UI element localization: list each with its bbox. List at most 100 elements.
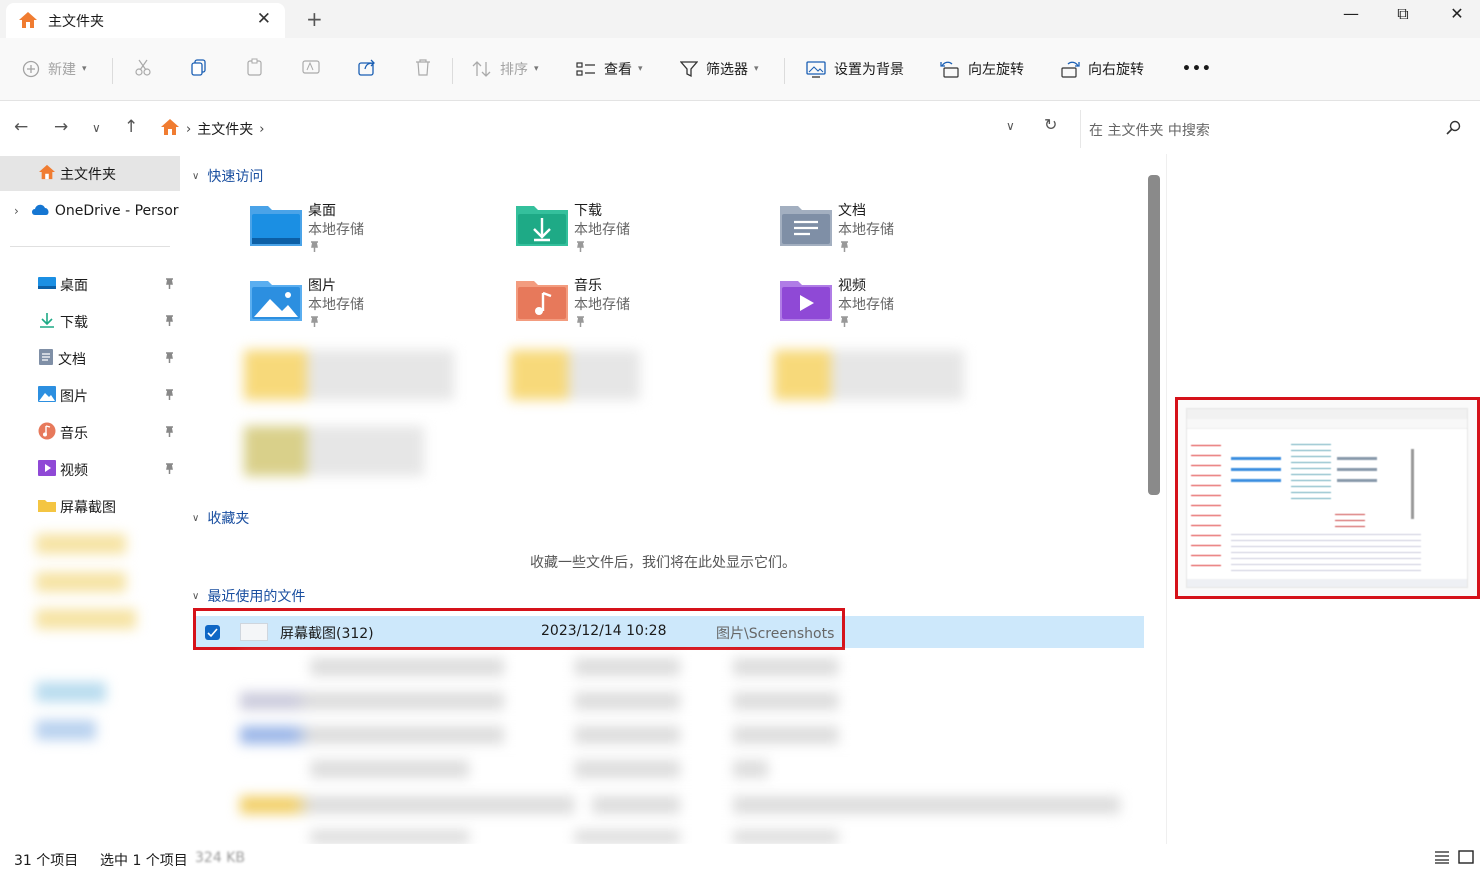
- tile-subtitle: 本地存储: [838, 297, 894, 313]
- sidebar-item-onedrive[interactable]: › OneDrive - Persor: [0, 193, 180, 228]
- sidebar-item-label: 文档: [58, 351, 86, 368]
- search-box[interactable]: 在 主文件夹 中搜索: [1080, 110, 1476, 148]
- quick-access-downloads[interactable]: 下载 本地存储: [516, 200, 756, 266]
- set-background-button[interactable]: 设置为背景: [806, 55, 904, 83]
- sort-button[interactable]: 排序 ▾: [472, 55, 539, 83]
- obscured-sidebar-item[interactable]: [36, 572, 126, 592]
- separator: [784, 58, 785, 84]
- quick-access-header[interactable]: ∨ 快速访问: [192, 166, 263, 186]
- sidebar-item-label: 屏幕截图: [60, 499, 116, 516]
- obscured-quick-access-item[interactable]: [774, 350, 964, 400]
- large-icons-view-icon[interactable]: [1458, 850, 1474, 868]
- up-arrow-icon[interactable]: ↑: [124, 117, 138, 137]
- rotate-right-button[interactable]: 向右旋转: [1060, 55, 1144, 83]
- selected-size: 324 KB: [195, 850, 245, 866]
- quick-access-desktop[interactable]: 桌面 本地存储: [250, 200, 490, 266]
- pin-icon[interactable]: [163, 351, 175, 367]
- tab-home[interactable]: 主文件夹 ✕: [6, 3, 285, 38]
- sidebar-item-music[interactable]: 音乐: [0, 415, 180, 450]
- paste-button[interactable]: [246, 55, 264, 83]
- obscured-quick-access-item[interactable]: [244, 350, 454, 400]
- refresh-icon[interactable]: ↻: [1044, 115, 1057, 134]
- new-tab-button[interactable]: +: [306, 7, 323, 31]
- sidebar-item-pictures[interactable]: 图片: [0, 378, 180, 413]
- quick-access-videos[interactable]: 视频 本地存储: [780, 275, 1020, 341]
- filter-icon: [680, 60, 698, 78]
- paste-icon: [246, 58, 264, 80]
- obscured-recent-row[interactable]: [240, 726, 1120, 744]
- plus-circle-icon: [22, 60, 40, 78]
- pin-icon[interactable]: [163, 277, 175, 293]
- sidebar-divider: [10, 246, 170, 247]
- videos-icon: [38, 459, 56, 480]
- desktop-icon: [38, 276, 56, 294]
- obscured-sidebar-item[interactable]: [36, 682, 106, 702]
- more-options-button[interactable]: •••: [1182, 55, 1212, 83]
- favorites-header[interactable]: ∨ 收藏夹: [192, 508, 249, 528]
- forward-arrow-icon[interactable]: →: [54, 117, 68, 137]
- obscured-quick-access-item[interactable]: [244, 426, 424, 476]
- recent-files-header[interactable]: ∨ 最近使用的文件: [192, 586, 305, 606]
- vertical-scrollbar[interactable]: [1148, 175, 1160, 495]
- obscured-recent-row[interactable]: [240, 830, 1120, 844]
- expand-chevron-icon[interactable]: ›: [14, 204, 19, 218]
- sidebar-item-home[interactable]: 主文件夹: [0, 156, 180, 191]
- details-view-icon[interactable]: [1434, 850, 1450, 868]
- back-arrow-icon[interactable]: ←: [14, 117, 28, 137]
- delete-button[interactable]: [414, 55, 432, 83]
- command-bar: 新建 ▾ 排序 ▾ 查看 ▾ 筛选器 ▾ 设置为背景 向左旋转 向右旋转 •••: [0, 38, 1480, 101]
- collapse-chevron-icon: ∨: [192, 170, 200, 182]
- chevron-down-icon: ▾: [82, 64, 87, 74]
- sidebar-item-videos[interactable]: 视频: [0, 452, 180, 487]
- pin-icon: [308, 315, 320, 331]
- obscured-recent-row[interactable]: [240, 796, 1120, 814]
- obscured-sidebar-item[interactable]: [36, 720, 96, 740]
- breadcrumb-chevron-icon[interactable]: ›: [259, 122, 264, 137]
- rename-button[interactable]: [302, 55, 320, 83]
- address-bar[interactable]: › 主文件夹 ›: [160, 110, 1073, 148]
- close-window-button[interactable]: ✕: [1434, 4, 1480, 30]
- obscured-sidebar-item[interactable]: [36, 534, 126, 554]
- obscured-sidebar-item[interactable]: [36, 609, 136, 629]
- pin-icon[interactable]: [163, 388, 175, 404]
- filter-button[interactable]: 筛选器 ▾: [680, 55, 759, 83]
- rotate-left-button[interactable]: 向左旋转: [940, 55, 1024, 83]
- breadcrumb-home[interactable]: 主文件夹: [197, 119, 253, 139]
- sidebar-item-downloads[interactable]: 下载: [0, 304, 180, 339]
- obscured-recent-row[interactable]: [240, 760, 1120, 778]
- tile-subtitle: 本地存储: [838, 222, 894, 238]
- new-button[interactable]: 新建 ▾: [22, 55, 87, 83]
- rotate-right-label: 向右旋转: [1088, 62, 1144, 78]
- trash-icon: [414, 58, 432, 80]
- pin-icon[interactable]: [163, 314, 175, 330]
- maximize-button[interactable]: ⧉: [1380, 4, 1426, 30]
- sidebar-item-label: OneDrive - Persor: [54, 202, 179, 219]
- sidebar-item-screenshots[interactable]: 屏幕截图: [0, 489, 180, 524]
- obscured-recent-row[interactable]: [240, 658, 1120, 676]
- separator: [452, 58, 453, 84]
- section-title: 收藏夹: [207, 511, 250, 527]
- close-tab-icon[interactable]: ✕: [257, 9, 271, 29]
- copy-button[interactable]: [190, 55, 208, 83]
- share-button[interactable]: [358, 55, 376, 83]
- section-title: 快速访问: [207, 169, 264, 185]
- obscured-quick-access-item[interactable]: [510, 350, 640, 400]
- quick-access-pictures[interactable]: 图片 本地存储: [250, 275, 490, 341]
- download-icon: [38, 312, 56, 332]
- view-button[interactable]: 查看 ▾: [576, 55, 643, 83]
- set-background-icon: [806, 60, 826, 78]
- recent-locations-chevron-icon[interactable]: ∨: [92, 121, 101, 135]
- pin-icon[interactable]: [163, 425, 175, 441]
- favorites-empty-message: 收藏一些文件后，我们将在此处显示它们。: [530, 555, 796, 571]
- copy-icon: [190, 58, 208, 80]
- sidebar-item-label: 下载: [60, 314, 88, 331]
- obscured-recent-row[interactable]: [240, 692, 1120, 710]
- minimize-button[interactable]: —: [1328, 4, 1374, 30]
- sidebar-item-desktop[interactable]: 桌面: [0, 267, 180, 302]
- address-dropdown-icon[interactable]: ∨: [1006, 119, 1015, 133]
- quick-access-documents[interactable]: 文档 本地存储: [780, 200, 1020, 266]
- cut-button[interactable]: [134, 55, 152, 83]
- sidebar-item-documents[interactable]: 文档: [0, 341, 180, 376]
- quick-access-music[interactable]: 音乐 本地存储: [516, 275, 756, 341]
- pin-icon[interactable]: [163, 462, 175, 478]
